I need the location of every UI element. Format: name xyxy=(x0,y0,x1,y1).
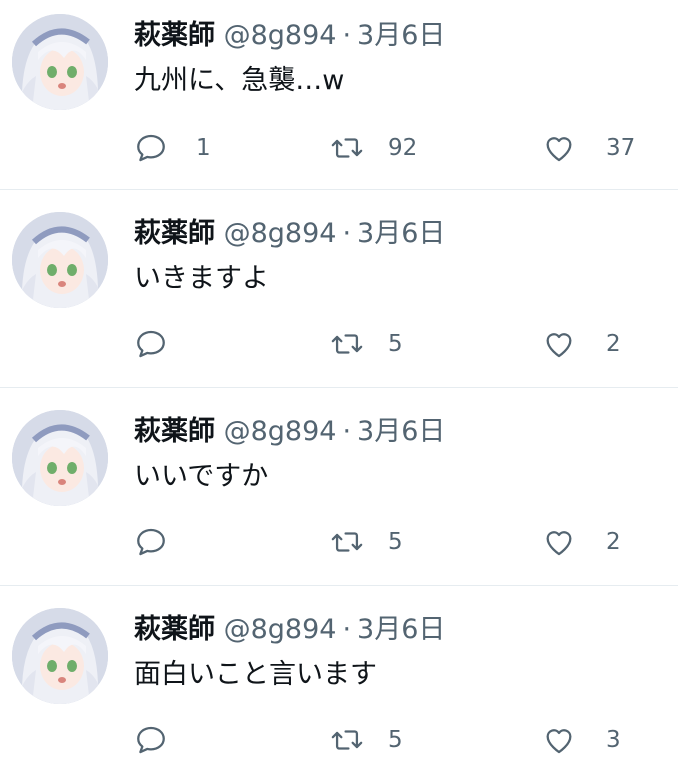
tweet-actions: 1 92 37 xyxy=(134,128,678,168)
like-button[interactable]: 2 xyxy=(542,324,621,364)
tweet-header: 萩薬師 @8g894 · 3月6日 xyxy=(134,216,445,252)
like-count: 3 xyxy=(606,727,621,753)
reply-icon xyxy=(137,726,165,754)
like-button[interactable]: 37 xyxy=(542,128,635,168)
display-name[interactable]: 萩薬師 xyxy=(134,20,215,51)
retweet-count: 5 xyxy=(388,529,403,555)
retweet-count: 5 xyxy=(388,331,403,357)
reply-icon xyxy=(137,134,165,162)
tweet-date[interactable]: 3月6日 xyxy=(357,416,445,447)
retweet-icon xyxy=(331,730,363,750)
tweet-item[interactable]: 萩薬師 @8g894 · 3月6日 面白いこと言います 5 3 xyxy=(0,586,678,770)
display-name[interactable]: 萩薬師 xyxy=(134,416,215,447)
reply-icon xyxy=(137,330,165,358)
reply-icon xyxy=(137,528,165,556)
tweet-item[interactable]: 萩薬師 @8g894 · 3月6日 いきますよ 5 2 xyxy=(0,190,678,388)
tweet-header: 萩薬師 @8g894 · 3月6日 xyxy=(134,414,445,450)
avatar[interactable] xyxy=(12,212,108,308)
tweet-item[interactable]: 萩薬師 @8g894 · 3月6日 いいですか 5 2 xyxy=(0,388,678,586)
retweet-icon xyxy=(331,138,363,158)
tweet-feed: 萩薬師 @8g894 · 3月6日 九州に、急襲…w 1 92 37 萩薬師 @… xyxy=(0,0,678,770)
tweet-item[interactable]: 萩薬師 @8g894 · 3月6日 九州に、急襲…w 1 92 37 xyxy=(0,0,678,190)
tweet-text: いいですか xyxy=(134,461,269,492)
separator-dot: · xyxy=(342,614,352,645)
user-handle[interactable]: @8g894 xyxy=(224,20,337,51)
avatar[interactable] xyxy=(12,410,108,506)
heart-icon xyxy=(546,531,572,556)
tweet-text: いきますよ xyxy=(134,263,269,294)
retweet-button[interactable]: 5 xyxy=(330,720,403,760)
reply-button[interactable]: 1 xyxy=(134,128,211,168)
retweet-icon xyxy=(331,334,363,354)
like-button[interactable]: 3 xyxy=(542,720,621,760)
reply-button[interactable] xyxy=(134,324,196,364)
reply-count: 1 xyxy=(196,135,211,161)
tweet-text: 九州に、急襲…w xyxy=(134,65,345,96)
heart-icon xyxy=(546,333,572,358)
like-count: 2 xyxy=(606,529,621,555)
display-name[interactable]: 萩薬師 xyxy=(134,614,215,645)
avatar[interactable] xyxy=(12,608,108,704)
heart-icon xyxy=(546,729,572,754)
user-handle[interactable]: @8g894 xyxy=(224,416,337,447)
retweet-button[interactable]: 5 xyxy=(330,522,403,562)
tweet-actions: 5 3 xyxy=(134,720,678,760)
reply-button[interactable] xyxy=(134,522,196,562)
separator-dot: · xyxy=(342,20,352,51)
tweet-header: 萩薬師 @8g894 · 3月6日 xyxy=(134,18,445,54)
user-handle[interactable]: @8g894 xyxy=(224,218,337,249)
tweet-text: 面白いこと言います xyxy=(134,659,377,690)
tweet-date[interactable]: 3月6日 xyxy=(357,614,445,645)
tweet-actions: 5 2 xyxy=(134,522,678,562)
retweet-icon xyxy=(331,532,363,552)
separator-dot: · xyxy=(342,416,352,447)
tweet-header: 萩薬師 @8g894 · 3月6日 xyxy=(134,612,445,648)
retweet-button[interactable]: 92 xyxy=(330,128,417,168)
tweet-date[interactable]: 3月6日 xyxy=(357,218,445,249)
like-count: 2 xyxy=(606,331,621,357)
display-name[interactable]: 萩薬師 xyxy=(134,218,215,249)
like-count: 37 xyxy=(606,135,636,161)
user-handle[interactable]: @8g894 xyxy=(224,614,337,645)
avatar[interactable] xyxy=(12,14,108,110)
tweet-actions: 5 2 xyxy=(134,324,678,364)
like-button[interactable]: 2 xyxy=(542,522,621,562)
heart-icon xyxy=(546,137,572,162)
retweet-button[interactable]: 5 xyxy=(330,324,403,364)
retweet-count: 92 xyxy=(388,135,418,161)
retweet-count: 5 xyxy=(388,727,403,753)
reply-button[interactable] xyxy=(134,720,196,760)
tweet-date[interactable]: 3月6日 xyxy=(357,20,445,51)
separator-dot: · xyxy=(342,218,352,249)
